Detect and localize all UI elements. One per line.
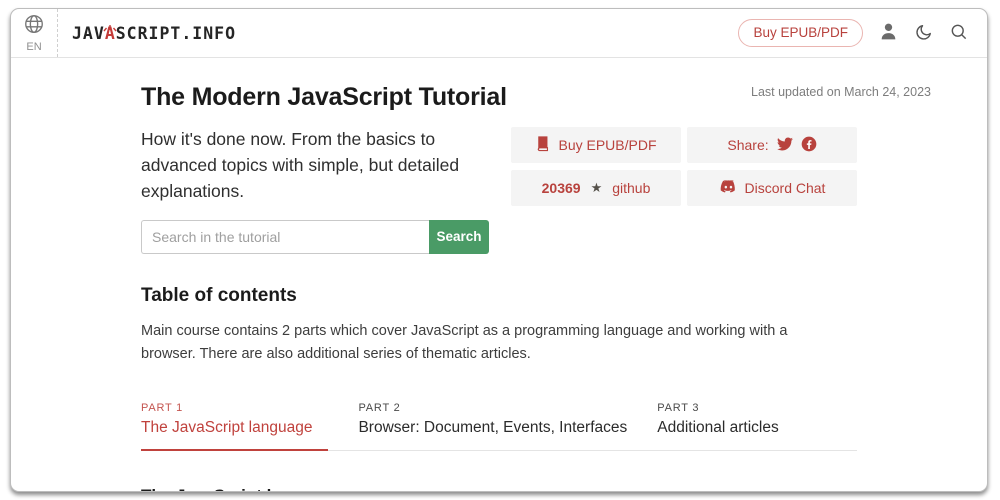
user-account-button[interactable]: [878, 21, 899, 45]
discord-icon: [719, 179, 737, 197]
header-search-button[interactable]: [949, 22, 969, 45]
tab-title: Browser: Document, Events, Interfaces: [358, 419, 627, 437]
tab-part-label: PART 3: [657, 402, 778, 414]
main-content: The Modern JavaScript Tutorial How it's …: [11, 83, 987, 492]
share-button[interactable]: Share:: [687, 127, 857, 163]
tab-part2-browser[interactable]: PART 2 Browser: Document, Events, Interf…: [358, 402, 627, 450]
language-switcher[interactable]: EN: [11, 9, 58, 57]
site-logo-text: JAVASCRIPT.INFO: [72, 24, 236, 43]
star-icon: ★: [591, 180, 603, 196]
site-window: EN JAVASCRIPT.INFO Buy EPUB/PDF: [10, 8, 988, 492]
tab-title: Additional articles: [657, 419, 778, 437]
share-label: Share:: [727, 137, 768, 153]
search-button[interactable]: Search: [429, 220, 489, 254]
dark-theme-toggle[interactable]: [914, 22, 934, 45]
page: EN JAVASCRIPT.INFO Buy EPUB/PDF: [0, 0, 1000, 500]
tutorial-search: Search: [141, 220, 493, 254]
action-buttons: Buy EPUB/PDF Share:: [511, 127, 857, 254]
twitter-icon[interactable]: [777, 136, 793, 155]
buy-epub-pdf-button[interactable]: Buy EPUB/PDF: [511, 127, 681, 163]
github-label: github: [612, 180, 650, 196]
user-icon: [878, 21, 899, 45]
site-logo[interactable]: JAVASCRIPT.INFO: [72, 9, 236, 57]
discord-chat-label: Discord Chat: [745, 180, 826, 196]
tab-part-label: PART 2: [358, 402, 627, 414]
tab-title: The JavaScript language: [141, 419, 312, 437]
buy-epub-pdf-pill-button[interactable]: Buy EPUB/PDF: [738, 19, 863, 47]
page-subtitle: How it's done now. From the basics to ad…: [141, 127, 493, 205]
discord-chat-button[interactable]: Discord Chat: [687, 170, 857, 206]
section-heading: The JavaScript language: [141, 486, 857, 492]
toc-tabs: PART 1 The JavaScript language PART 2 Br…: [141, 402, 857, 451]
antenna-rays-icon: [102, 17, 118, 36]
tab-part-label: PART 1: [141, 402, 312, 414]
book-icon: [535, 135, 550, 155]
facebook-icon[interactable]: [801, 136, 817, 155]
top-navbar: EN JAVASCRIPT.INFO Buy EPUB/PDF: [11, 9, 987, 58]
moon-icon: [914, 22, 934, 45]
page-title: The Modern JavaScript Tutorial: [141, 83, 857, 112]
navbar-controls: Buy EPUB/PDF: [738, 9, 987, 57]
github-stars-button[interactable]: 20369 ★ github: [511, 170, 681, 206]
toc-heading: Table of contents: [141, 285, 857, 307]
tab-part1-javascript-language[interactable]: PART 1 The JavaScript language: [141, 402, 328, 451]
globe-icon: [23, 13, 45, 40]
search-icon: [949, 22, 969, 45]
buy-epub-pdf-label: Buy EPUB/PDF: [558, 137, 656, 153]
github-star-count: 20369: [542, 180, 581, 196]
language-label: EN: [26, 41, 41, 53]
search-input[interactable]: [141, 220, 429, 254]
toc-description: Main course contains 2 parts which cover…: [141, 320, 809, 366]
tab-part3-additional-articles[interactable]: PART 3 Additional articles: [657, 402, 778, 450]
